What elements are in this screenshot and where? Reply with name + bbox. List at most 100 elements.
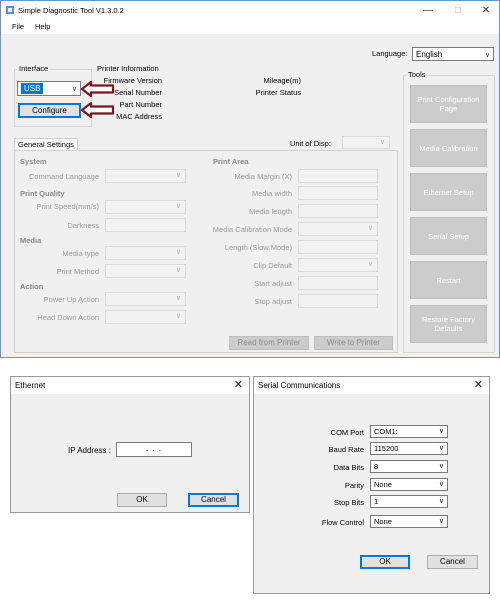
interface-title: Interface [17,64,51,73]
restore-factory-defaults-button[interactable]: Restore Factory Defaults [410,305,487,343]
print-speed-select[interactable] [105,200,186,214]
com-port-select[interactable]: COM1: ∨ [370,425,448,438]
baud-rate-value: 115200 [374,444,399,453]
ip-address-placeholder: . . . [145,444,163,453]
com-port-value: COM1: [374,427,398,436]
print-area-header: Print Area [213,157,249,166]
media-type-label: Media type [62,249,99,258]
close-icon[interactable]: ✕ [234,378,243,391]
power-up-action-label: Power Up Action [43,295,99,304]
unit-of-display-label: Unit of Disp: [290,139,331,148]
interface-group [14,69,92,127]
menu-help[interactable]: Help [35,22,50,31]
media-margin-input[interactable] [298,169,378,183]
chevron-down-icon: ∨ [438,463,444,470]
print-quality-header: Print Quality [20,189,65,198]
media-header: Media [20,236,42,245]
ethernet-dialog: Ethernet ✕ IP Address : . . . OK Cancel [10,376,250,513]
media-calibration-mode-label: Media Calibration Mode [212,225,292,234]
media-calibration-mode-select[interactable] [298,222,378,236]
data-bits-select[interactable]: 8 ∨ [370,460,448,473]
print-method-select[interactable] [105,264,186,278]
language-label: Language: [372,49,408,58]
firmware-version-label: Firmware Version [103,76,162,85]
serial-dialog-title-bar: Serial Communications ✕ [254,377,489,394]
clip-default-select[interactable] [298,258,378,272]
media-type-select[interactable] [105,246,186,260]
start-adjust-label: Start adjust [254,279,292,288]
ok-button[interactable]: OK [117,493,167,507]
menu-bar: File Help [1,20,499,34]
flow-control-value: None [374,517,392,526]
mileage-label: Mileage(m) [263,76,301,85]
interface-value: USB [21,83,44,94]
data-bits-label: Data Bits [333,463,364,472]
interface-select[interactable]: USB ∨ [17,81,81,96]
serial-dialog-title: Serial Communications [258,381,341,390]
close-button[interactable]: ✕ [471,1,500,20]
parity-select[interactable]: None ∨ [370,478,448,491]
part-number-label: Part Number [119,100,162,109]
parity-label: Parity [344,481,364,490]
configure-button[interactable]: Configure [18,103,81,118]
media-length-input[interactable] [298,204,378,218]
menu-file[interactable]: File [12,22,24,31]
flow-control-select[interactable]: None ∨ [370,515,448,528]
media-width-input[interactable] [298,186,378,200]
command-language-label: Command Language [28,172,99,181]
serial-communications-dialog: Serial Communications ✕ COM Port COM1: ∨… [253,376,490,594]
title-bar: Simple Diagnostic Tool V1.3.0.2 — □ ✕ [1,1,499,20]
media-margin-label: Media Margin (X) [234,172,292,181]
darkness-label: Darkness [67,221,99,230]
clip-default-label: Clip Default [253,261,292,270]
power-up-action-select[interactable] [105,292,186,306]
parity-value: None [374,480,392,489]
unit-of-display-select[interactable] [342,136,390,149]
stop-bits-select[interactable]: 1 ∨ [370,495,448,508]
print-speed-label: Print Speed(mm/s) [36,202,99,211]
ethernet-dialog-title: Ethernet [15,381,46,390]
chevron-down-icon: ∨ [438,445,444,452]
media-length-label: Media length [249,207,292,216]
ethernet-dialog-title-bar: Ethernet ✕ [11,377,249,394]
head-down-action-select[interactable] [105,310,186,324]
media-calibration-button[interactable]: Media Calibration [410,129,487,167]
chevron-down-icon: ∨ [71,86,77,93]
restart-button[interactable]: Restart [410,261,487,299]
app-icon [5,5,15,15]
chevron-down-icon: ∨ [484,52,490,59]
chevron-down-icon: ∨ [438,428,444,435]
write-to-printer-button[interactable]: Write to Printer [314,336,393,350]
darkness-input[interactable] [105,218,186,232]
print-configuration-page-button[interactable]: Print Configuration Page [410,85,487,123]
ok-button[interactable]: OK [360,555,410,569]
chevron-down-icon: ∨ [438,518,444,525]
serial-setup-button[interactable]: Serial Setup [410,217,487,255]
head-down-action-label: Head Down Action [37,313,99,322]
stop-bits-label: Stop Bits [333,498,364,507]
baud-rate-select[interactable]: 115200 ∨ [370,442,448,455]
length-slow-mode-input[interactable] [298,240,378,254]
language-select[interactable]: English ∨ [412,47,494,61]
ip-address-input[interactable]: . . . [116,442,192,457]
chevron-down-icon: ∨ [438,498,444,505]
close-icon[interactable]: ✕ [474,378,483,391]
ethernet-setup-button[interactable]: Ethernet Setup [410,173,487,211]
minimize-button[interactable]: — [413,1,443,20]
maximize-button[interactable]: □ [443,1,473,20]
stop-adjust-input[interactable] [298,294,378,308]
system-header: System [20,157,47,166]
cancel-button[interactable]: Cancel [427,555,478,569]
cancel-button[interactable]: Cancel [188,493,239,507]
print-method-label: Print Method [56,267,99,276]
action-header: Action [20,282,44,291]
start-adjust-input[interactable] [298,276,378,290]
command-language-select[interactable] [105,169,186,183]
tools-title: Tools [406,70,428,79]
serial-number-label: Serial Number [114,88,162,97]
ip-address-label: IP Address : [68,446,111,455]
com-port-label: COM Port [330,428,364,437]
chevron-down-icon: ∨ [438,481,444,488]
media-width-label: Media width [251,189,292,198]
read-from-printer-button[interactable]: Read from Printer [229,336,309,350]
